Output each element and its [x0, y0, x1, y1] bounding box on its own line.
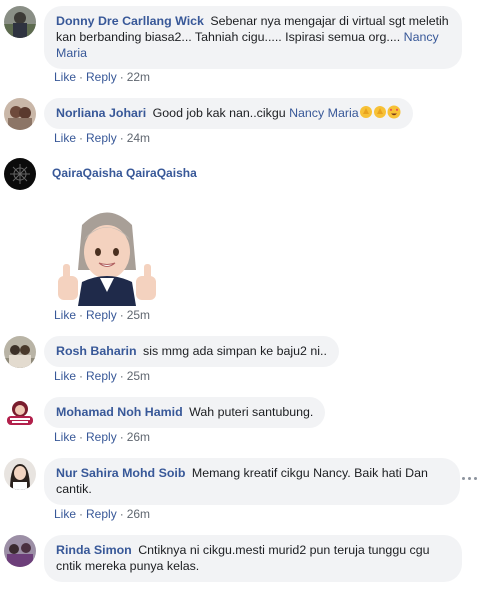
commenter-name[interactable]: QairaQaisha QairaQaisha: [52, 166, 197, 180]
separator-dot: ·: [79, 507, 84, 521]
comment-actions: Like · Reply · 25m: [54, 369, 150, 383]
separator-dot: ·: [119, 369, 124, 383]
timestamp[interactable]: 26m: [127, 430, 150, 444]
like-button[interactable]: Like: [54, 308, 76, 322]
avatar[interactable]: [4, 336, 36, 368]
mention-link[interactable]: Nancy Maria: [289, 106, 359, 120]
commenter-name[interactable]: Donny Dre Carllang Wick: [56, 14, 204, 28]
timestamp[interactable]: 24m: [127, 131, 150, 145]
separator-dot: ·: [79, 430, 84, 444]
reply-button[interactable]: Reply: [86, 70, 117, 84]
clapping-hands-icon: [373, 106, 386, 118]
separator-dot: ·: [79, 308, 84, 322]
comment-actions: Like · Reply · 24m: [54, 131, 150, 145]
comment-text: sis mmg ada simpan ke baju2 ni..: [143, 344, 327, 358]
avatar[interactable]: [4, 535, 36, 567]
reply-button[interactable]: Reply: [86, 131, 117, 145]
star-struck-icon: [387, 105, 401, 119]
avatar[interactable]: [4, 397, 36, 429]
commenter-name[interactable]: Rinda Simon: [56, 543, 132, 557]
like-button[interactable]: Like: [54, 70, 76, 84]
comment-actions: Like · Reply · 22m: [54, 70, 150, 84]
separator-dot: ·: [119, 308, 124, 322]
reply-button[interactable]: Reply: [86, 430, 117, 444]
separator-dot: ·: [119, 70, 124, 84]
comment-bubble: Norliana Johari Good job kak nan..cikgu …: [44, 98, 413, 129]
commenter-name[interactable]: Nur Sahira Mohd Soib: [56, 466, 185, 480]
clapping-hands-icon: [359, 106, 372, 118]
comment-text: Good job kak nan..cikgu: [152, 106, 286, 120]
timestamp[interactable]: 26m: [127, 507, 150, 521]
reply-button[interactable]: Reply: [86, 507, 117, 521]
like-button[interactable]: Like: [54, 369, 76, 383]
more-options-icon[interactable]: [462, 476, 478, 482]
comment-bubble: Mohamad Noh Hamid Wah puteri santubung.: [44, 397, 326, 428]
timestamp[interactable]: 25m: [127, 308, 150, 322]
comment-actions: Like · Reply · 26m: [54, 507, 150, 521]
avatar[interactable]: [4, 458, 36, 490]
like-button[interactable]: Like: [54, 507, 76, 521]
separator-dot: ·: [79, 70, 84, 84]
commenter-name[interactable]: Rosh Baharin: [56, 344, 137, 358]
comment-bubble: Nur Sahira Mohd Soib Memang kreatif cikg…: [44, 458, 460, 505]
comment-actions: Like · Reply · 26m: [54, 430, 150, 444]
separator-dot: ·: [119, 430, 124, 444]
commenter-name[interactable]: Mohamad Noh Hamid: [56, 405, 183, 419]
comment-bubble: Donny Dre Carllang Wick Sebenar nya meng…: [44, 6, 462, 69]
separator-dot: ·: [119, 131, 124, 145]
like-button[interactable]: Like: [54, 131, 76, 145]
avatar[interactable]: [4, 6, 36, 38]
timestamp[interactable]: 25m: [127, 369, 150, 383]
avatar[interactable]: [4, 98, 36, 130]
comment-text: Wah puteri santubung.: [189, 405, 314, 419]
thumbs-up-avatar-sticker[interactable]: [52, 200, 162, 310]
reply-button[interactable]: Reply: [86, 369, 117, 383]
comment-actions: Like · Reply · 25m: [54, 308, 150, 322]
comment-bubble: Rinda Simon Cntiknya ni cikgu.mesti muri…: [44, 535, 462, 582]
separator-dot: ·: [119, 507, 124, 521]
timestamp[interactable]: 22m: [127, 70, 150, 84]
commenter-name[interactable]: Norliana Johari: [56, 106, 146, 120]
reply-button[interactable]: Reply: [86, 308, 117, 322]
avatar[interactable]: [4, 158, 36, 190]
separator-dot: ·: [79, 369, 84, 383]
comment-bubble: Rosh Baharin sis mmg ada simpan ke baju2…: [44, 336, 339, 367]
like-button[interactable]: Like: [54, 430, 76, 444]
separator-dot: ·: [79, 131, 84, 145]
